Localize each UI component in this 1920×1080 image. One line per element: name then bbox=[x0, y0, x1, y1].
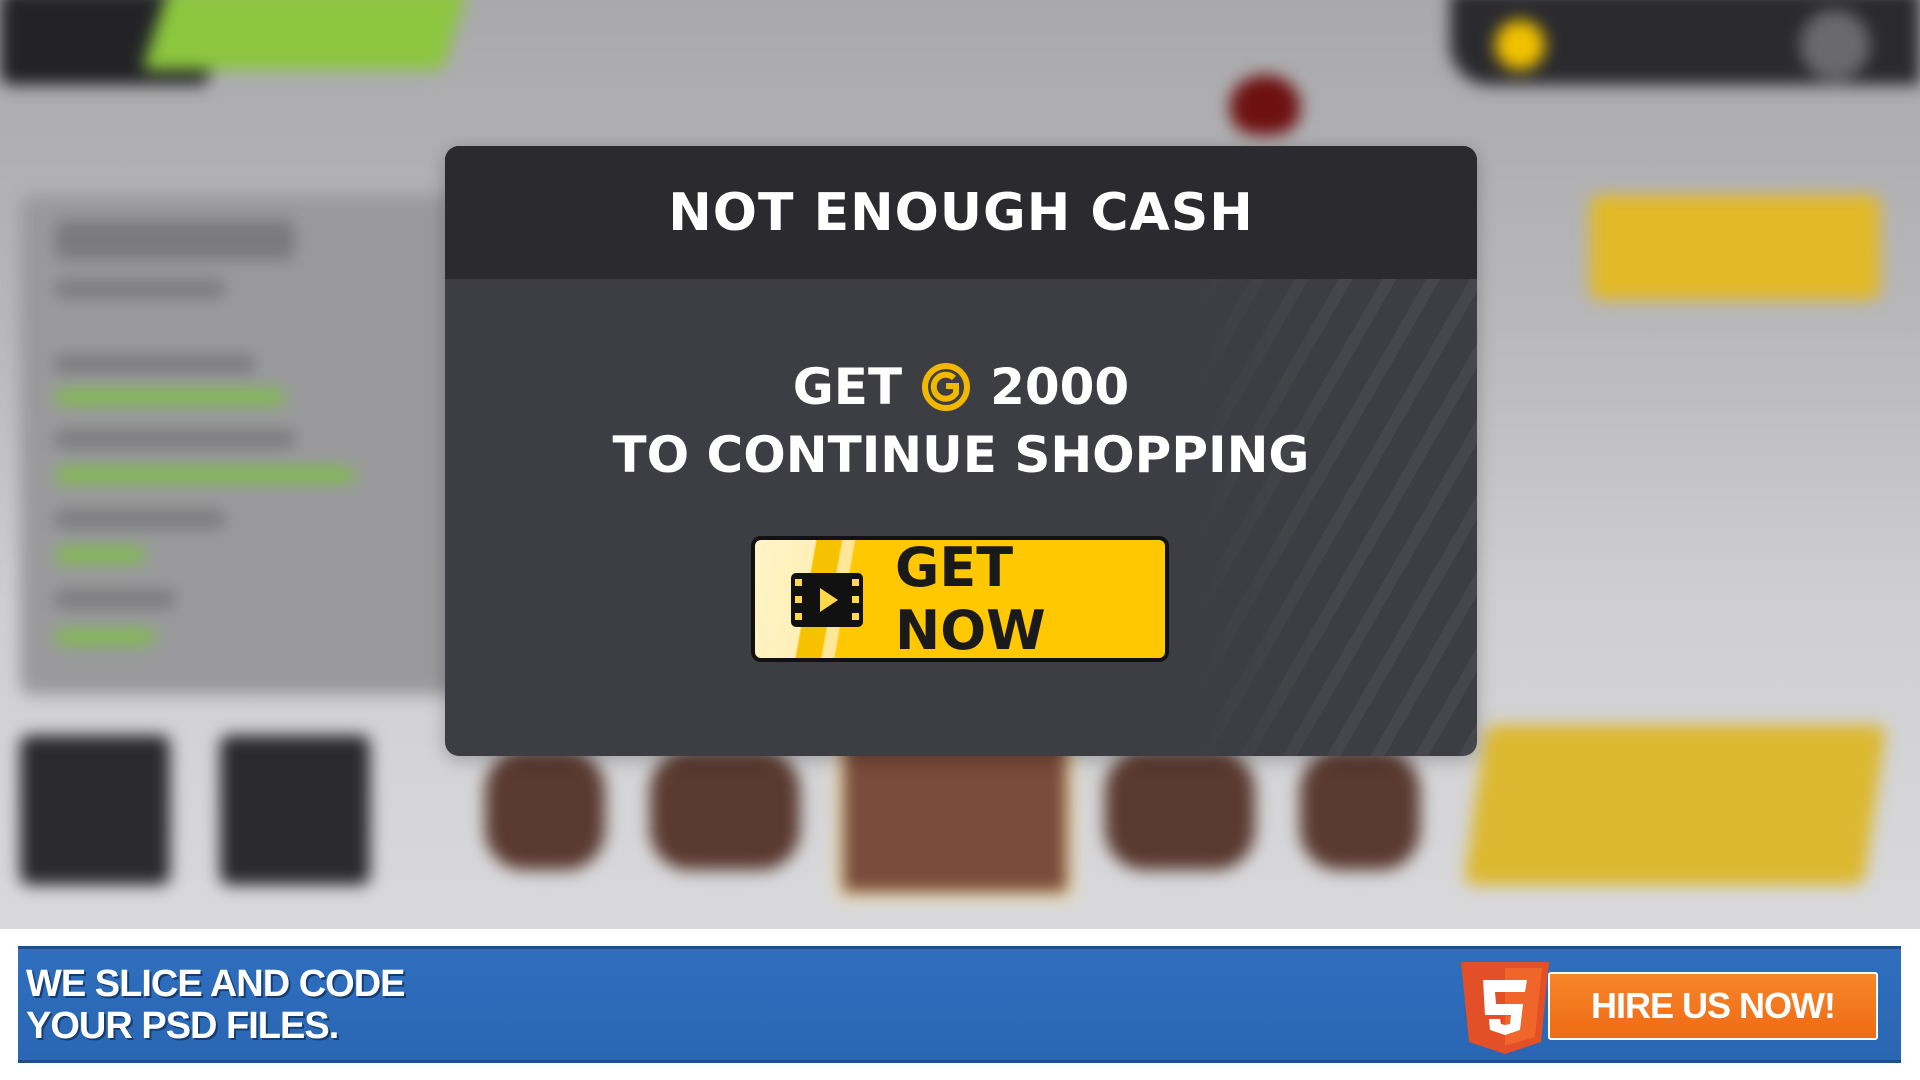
get-now-label: GET NOW bbox=[895, 536, 1046, 662]
not-enough-cash-dialog: NOT ENOUGH CASH GET 2000 TO CONTINUE SHO… bbox=[445, 146, 1477, 756]
decorative-stripes bbox=[1177, 279, 1477, 756]
bg-stat-line bbox=[55, 510, 225, 528]
bg-bike-thumb bbox=[485, 750, 605, 870]
bg-stat-bar bbox=[55, 468, 355, 482]
bg-stat-bar bbox=[55, 630, 155, 644]
bg-garage-tab bbox=[142, 0, 468, 70]
bg-stat-line bbox=[55, 590, 175, 608]
hire-us-button[interactable]: HIRE US NOW! bbox=[1548, 972, 1878, 1040]
bg-bike-thumb bbox=[650, 750, 800, 870]
offer-amount: 2000 bbox=[990, 358, 1130, 416]
bg-stat-line bbox=[55, 220, 295, 260]
offer-line: GET 2000 bbox=[445, 358, 1477, 416]
ad-banner[interactable]: WE SLICE AND CODE YOUR PSD FILES. HIRE U… bbox=[18, 946, 1901, 1063]
coin-icon bbox=[922, 363, 971, 411]
bg-stat-bar bbox=[55, 548, 145, 562]
bg-tile bbox=[20, 735, 170, 885]
bg-bike-thumb bbox=[1300, 750, 1420, 870]
offer-get-text: GET bbox=[792, 358, 903, 416]
dialog-header: NOT ENOUGH CASH bbox=[445, 146, 1477, 279]
bg-stat-line bbox=[55, 355, 255, 373]
bg-bike-thumb bbox=[1105, 750, 1255, 870]
dialog-title: NOT ENOUGH CASH bbox=[668, 182, 1254, 243]
bg-unlock-panel bbox=[1463, 725, 1887, 885]
bg-offer-badge bbox=[1590, 195, 1880, 300]
get-now-button[interactable]: GET NOW bbox=[751, 536, 1169, 662]
bg-gear-icon bbox=[1800, 10, 1870, 80]
offer-subtitle: TO CONTINUE SHOPPING bbox=[612, 426, 1310, 484]
html5-icon bbox=[1455, 958, 1555, 1056]
bg-stat-line bbox=[55, 280, 225, 298]
bg-coin bbox=[1495, 20, 1545, 70]
bg-stat-bar bbox=[55, 390, 285, 404]
ad-text-line1: WE SLICE AND CODE bbox=[26, 963, 405, 1005]
video-play-icon bbox=[791, 573, 863, 627]
ad-text-line2: YOUR PSD FILES. bbox=[26, 1005, 339, 1047]
ad-text: WE SLICE AND CODE YOUR PSD FILES. bbox=[26, 963, 405, 1047]
bg-stat-line bbox=[55, 430, 295, 448]
bg-rider-helmet bbox=[1230, 75, 1300, 135]
bg-tile bbox=[220, 735, 370, 885]
